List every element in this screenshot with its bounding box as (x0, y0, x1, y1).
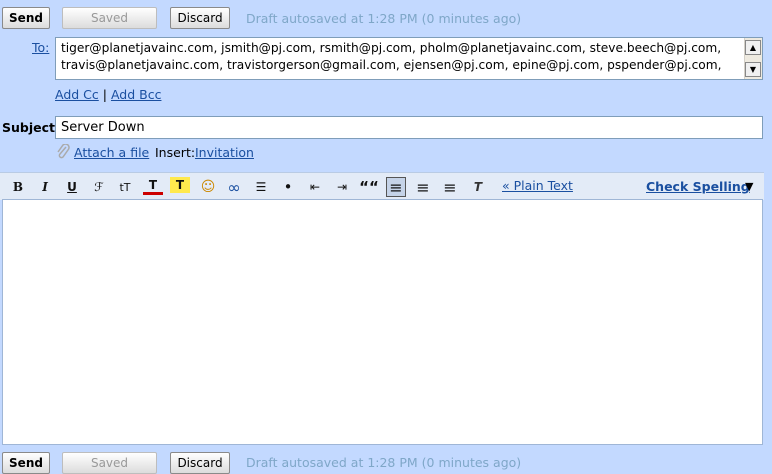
saved-button-bottom: Saved (62, 452, 157, 474)
check-spelling-dropdown-icon[interactable]: ▼ (745, 180, 753, 193)
discard-button[interactable]: Discard (170, 7, 230, 29)
to-field[interactable]: tiger@planetjavainc.com, jsmith@pj.com, … (55, 37, 763, 80)
italic-icon[interactable]: I (35, 177, 55, 197)
subject-input[interactable]: Server Down (55, 116, 763, 139)
highlight-icon[interactable]: T (170, 177, 190, 193)
saved-button: Saved (62, 7, 157, 29)
scroll-up-icon[interactable]: ▲ (745, 40, 761, 55)
bold-icon[interactable]: B (8, 177, 28, 197)
attach-file-link[interactable]: Attach a file (74, 145, 149, 160)
subject-label: Subject: (2, 120, 60, 135)
add-bcc-link[interactable]: Add Bcc (111, 87, 162, 102)
align-center-icon[interactable]: ≡ (413, 177, 433, 197)
send-button[interactable]: Send (2, 7, 50, 29)
cc-bcc-links: Add Cc | Add Bcc (55, 87, 161, 102)
to-field-text[interactable]: tiger@planetjavainc.com, jsmith@pj.com, … (61, 40, 741, 78)
invitation-link[interactable]: Invitation (195, 145, 254, 160)
cc-separator: | (102, 87, 107, 102)
discard-button-bottom[interactable]: Discard (170, 452, 230, 474)
scroll-down-icon[interactable]: ▼ (745, 62, 761, 77)
text-color-icon[interactable]: T (143, 177, 163, 195)
align-left-icon[interactable]: ≡ (386, 177, 406, 197)
add-cc-link[interactable]: Add Cc (55, 87, 99, 102)
send-button-bottom[interactable]: Send (2, 452, 50, 474)
plain-text-link[interactable]: « Plain Text (502, 178, 573, 193)
message-body-editor[interactable] (2, 199, 763, 445)
remove-format-icon[interactable]: T (468, 177, 488, 197)
quote-icon[interactable]: ““ (359, 177, 379, 197)
to-scrollbar[interactable]: ▲ ▼ (744, 38, 762, 79)
bulleted-list-icon[interactable]: • (278, 177, 298, 197)
autosave-status: Draft autosaved at 1:28 PM (0 minutes ag… (246, 11, 522, 26)
insert-label: Insert: (155, 145, 196, 160)
font-icon[interactable]: ℱ (89, 177, 109, 197)
align-right-icon[interactable]: ≡ (440, 177, 460, 197)
smiley-icon[interactable]: ☺ (198, 177, 218, 197)
numbered-list-icon[interactable]: ☰ (251, 177, 271, 197)
to-label-link[interactable]: To: (32, 40, 49, 55)
link-icon[interactable]: ∞ (224, 177, 244, 197)
check-spelling-link[interactable]: Check Spelling (646, 179, 750, 194)
underline-icon[interactable]: U (62, 177, 82, 197)
indent-icon[interactable]: ⇥ (332, 177, 352, 197)
formatting-toolbar: B I U ℱ tT T T ☺ ∞ ☰ • ⇤ ⇥ ““ ≡ ≡ ≡ T « … (0, 172, 764, 200)
font-size-icon[interactable]: tT (115, 177, 135, 197)
outdent-icon[interactable]: ⇤ (305, 177, 325, 197)
paperclip-icon (55, 143, 71, 164)
